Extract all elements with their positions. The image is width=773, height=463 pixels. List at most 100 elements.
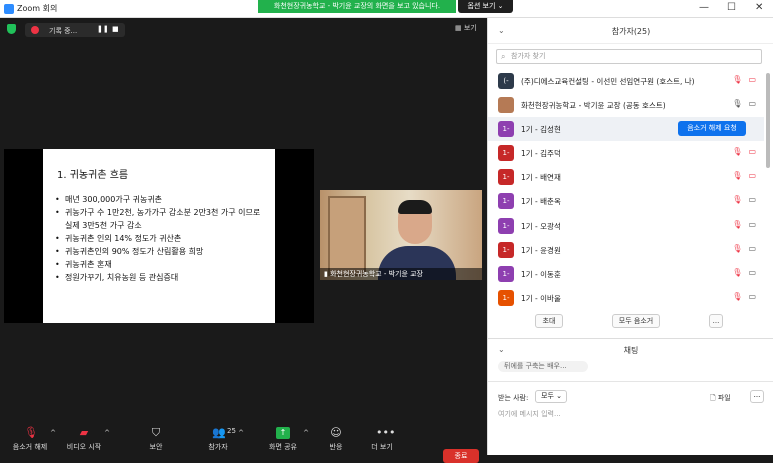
chat-message: 뒤에를 구축는 배우... bbox=[498, 361, 588, 372]
mic-muted-icon: 🎙 bbox=[732, 75, 743, 84]
view-options-button[interactable]: 옵션 보기 ⌄ bbox=[458, 0, 513, 13]
end-meeting-button[interactable]: 종료 bbox=[443, 449, 479, 463]
chat-recipient-select[interactable]: 모두 ⌄ bbox=[535, 390, 567, 403]
mic-muted-icon: 🎙 bbox=[732, 267, 743, 277]
maximize-button[interactable]: ☐ bbox=[727, 2, 736, 13]
mute-all-button[interactable]: 모두 음소거 bbox=[612, 314, 660, 328]
smile-icon: ☺ bbox=[330, 426, 342, 439]
mic-muted-icon: 🎙 bbox=[24, 426, 38, 439]
participant-status-icons: 🎙 ▭ bbox=[732, 292, 756, 301]
slide-bullet: 귀농귀촌 혼재 bbox=[55, 258, 270, 271]
participant-name: 1기 - 윤경원 bbox=[521, 245, 561, 255]
avatar: 1- bbox=[498, 193, 514, 210]
slide-bullet-list: 매년 300,000가구 귀농귀촌 귀농가구 수 1만2천, 농가가구 감소분 … bbox=[55, 193, 270, 284]
speaker-video-tile[interactable]: ▮ 화천현장귀농학교 - 박기윤 교장 bbox=[320, 190, 482, 280]
participants-button[interactable]: 👥 참가자 25 ^ bbox=[188, 427, 248, 452]
camera-icon: ▭ bbox=[748, 171, 756, 181]
invite-button[interactable]: 초대 bbox=[535, 314, 563, 328]
chat-title: 채팅 bbox=[623, 346, 639, 355]
participant-row[interactable]: (- (주)디에스교육컨설팅 - 이선민 선임연구원 (호스트, 나) 🎙 ▭ bbox=[488, 69, 764, 93]
camera-icon: ▭ bbox=[748, 219, 756, 229]
mic-muted-icon: 🎙 bbox=[732, 171, 743, 181]
participant-status-icons: 🎙 ▭ bbox=[732, 220, 756, 229]
avatar: 1- bbox=[498, 289, 514, 306]
participant-status-icons: 🎙 ▭ bbox=[732, 147, 756, 156]
participant-row[interactable]: 1- 1기 - 배춘옥 🎙 ▭ bbox=[488, 189, 764, 213]
more-actions-button[interactable]: ... bbox=[709, 314, 723, 328]
avatar: 1- bbox=[498, 145, 514, 162]
minimize-button[interactable]: — bbox=[699, 2, 709, 13]
view-toggle-button[interactable]: ▦ 보기 bbox=[455, 23, 477, 33]
participant-search-input[interactable]: ⌕ 참가자 찾기 bbox=[496, 49, 762, 64]
camera-icon: ▭ bbox=[748, 243, 756, 253]
participant-row[interactable]: 1- 1기 - 김주덕 🎙 ▭ bbox=[488, 141, 764, 165]
stop-recording-icon[interactable]: ■ bbox=[112, 25, 119, 33]
participant-name: 1기 - 이바울 bbox=[521, 293, 561, 303]
security-label: 보안 bbox=[149, 443, 163, 451]
camera-icon: ▭ bbox=[748, 99, 756, 109]
chevron-up-icon[interactable]: ^ bbox=[104, 429, 110, 437]
mic-muted-icon: 🎙 bbox=[732, 147, 743, 157]
file-button[interactable]: 🗋 파일 bbox=[710, 393, 731, 405]
participant-row[interactable]: 1- 1기 - 김성현 음소거 해제 요청 bbox=[488, 117, 764, 142]
security-button[interactable]: ⛉ 보안 bbox=[126, 427, 186, 452]
window-titlebar: Zoom 회의 화천현장귀농학교 - 박기윤 교장의 화면을 보고 있습니다. … bbox=[0, 0, 773, 18]
avatar bbox=[498, 97, 514, 114]
shared-screen: 1. 귀농귀촌 흐름 매년 300,000가구 귀농귀촌 귀농가구 수 1만2천… bbox=[4, 149, 314, 323]
participant-name: 1기 - 배연재 bbox=[521, 173, 561, 183]
participant-list-scrollbar[interactable] bbox=[766, 73, 770, 168]
presentation-slide: 1. 귀농귀촌 흐름 매년 300,000가구 귀농귀촌 귀농가구 수 1만2천… bbox=[43, 149, 275, 323]
slide-bullet: 매년 300,000가구 귀농귀촌 bbox=[55, 193, 270, 206]
participant-name: 1기 - 이동훈 bbox=[521, 269, 561, 279]
participant-status-icons: 🎙 ▭ bbox=[732, 171, 756, 180]
grid-icon: ▦ bbox=[455, 24, 464, 32]
share-screen-button[interactable]: ↑ 화면 공유 ^ bbox=[253, 427, 313, 452]
participant-actions: 초대 모두 음소거 ... bbox=[488, 314, 773, 330]
participant-row[interactable]: 1- 1기 - 윤경원 🎙 ▭ bbox=[488, 238, 764, 262]
shield-icon: ⛉ bbox=[151, 426, 161, 439]
participant-status-icons: 🎙 ▭ bbox=[732, 244, 756, 253]
slide-bullet: 귀농귀촌 인의 14% 정도가 귀산촌 bbox=[55, 232, 270, 245]
view-label: 보기 bbox=[463, 24, 477, 32]
unmute-button[interactable]: 🎙 음소거 해제 ^ bbox=[0, 427, 60, 452]
participant-row[interactable]: 1- 1기 - 오광석 🎙 ▭ bbox=[488, 214, 764, 238]
side-panel: ⌄ 참가자(25) ⌕ 참가자 찾기 (- (주)디에스교육컨설팅 - 이선민 선… bbox=[487, 18, 773, 455]
participant-name: 1기 - 오광석 bbox=[521, 221, 561, 231]
avatar: (- bbox=[498, 73, 514, 89]
meeting-toolbar: 🎙 음소거 해제 ^ ▰ 비디오 시작 ^ ⛉ 보안 👥 참가자 25 ^ ↑ … bbox=[0, 423, 487, 463]
camera-icon: ▭ bbox=[748, 291, 756, 301]
close-button[interactable]: ✕ bbox=[755, 2, 763, 13]
camera-icon: ▭ bbox=[748, 267, 756, 277]
participant-row[interactable]: 1- 1기 - 배연재 🎙 ▭ bbox=[488, 165, 764, 189]
participant-row[interactable]: 1- 1기 - 이동훈 🎙 ▭ bbox=[488, 262, 764, 286]
chat-message-input[interactable]: 여기에 메시지 입력... bbox=[498, 409, 758, 419]
window-title: Zoom 회의 bbox=[17, 4, 58, 13]
meeting-stage: 기록 중... ❚❚ ■ ▦ 보기 1. 귀농귀촌 흐름 매년 300,000가… bbox=[0, 18, 487, 463]
chat-more-button[interactable]: ... bbox=[750, 390, 764, 403]
chat-header: ⌄ 채팅 bbox=[488, 338, 773, 358]
screen-share-banner: 화천현장귀농학교 - 박기윤 교장의 화면을 보고 있습니다. bbox=[258, 0, 456, 13]
video-name-label: ▮ 화천현장귀농학교 - 박기윤 교장 bbox=[320, 268, 482, 280]
pause-recording-icon[interactable]: ❚❚ bbox=[97, 25, 109, 33]
slide-bullet: 귀농가구 수 1만2천, 농가가구 감소분 2만3천 가구 이므로 실제 3만5… bbox=[55, 206, 270, 232]
camera-icon: ▭ bbox=[748, 195, 756, 205]
mic-muted-icon: 🎙 bbox=[732, 219, 743, 229]
participant-row[interactable]: 화천현장귀농학교 - 박기윤 교장 (공동 호스트) 🎙 ▭ bbox=[488, 93, 764, 117]
participant-status-icons: 🎙 ▭ bbox=[732, 75, 756, 84]
camera-icon: ▭ bbox=[748, 147, 756, 157]
reactions-label: 반응 bbox=[329, 443, 343, 451]
avatar: 1- bbox=[498, 169, 514, 186]
chevron-up-icon[interactable]: ^ bbox=[238, 429, 244, 437]
start-video-button[interactable]: ▰ 비디오 시작 ^ bbox=[54, 427, 114, 452]
more-button[interactable]: ••• 더 보기 bbox=[352, 427, 412, 452]
video-name-text: 화천현장귀농학교 - 박기윤 교장 bbox=[330, 270, 423, 278]
participant-status-icons: 🎙 ▭ bbox=[732, 268, 756, 277]
request-unmute-button[interactable]: 음소거 해제 요청 bbox=[678, 121, 746, 137]
start-video-label: 비디오 시작 bbox=[66, 443, 102, 451]
slide-title: 1. 귀농귀촌 흐름 bbox=[57, 170, 129, 181]
people-icon: 👥 bbox=[212, 426, 226, 439]
mic-muted-icon: 🎙 bbox=[732, 243, 743, 253]
participant-status-icons: 🎙 ▭ bbox=[732, 99, 756, 108]
participant-row[interactable]: 1- 1기 - 이바울 🎙 ▭ bbox=[488, 286, 764, 310]
participant-name: 1기 - 배춘옥 bbox=[521, 197, 561, 207]
